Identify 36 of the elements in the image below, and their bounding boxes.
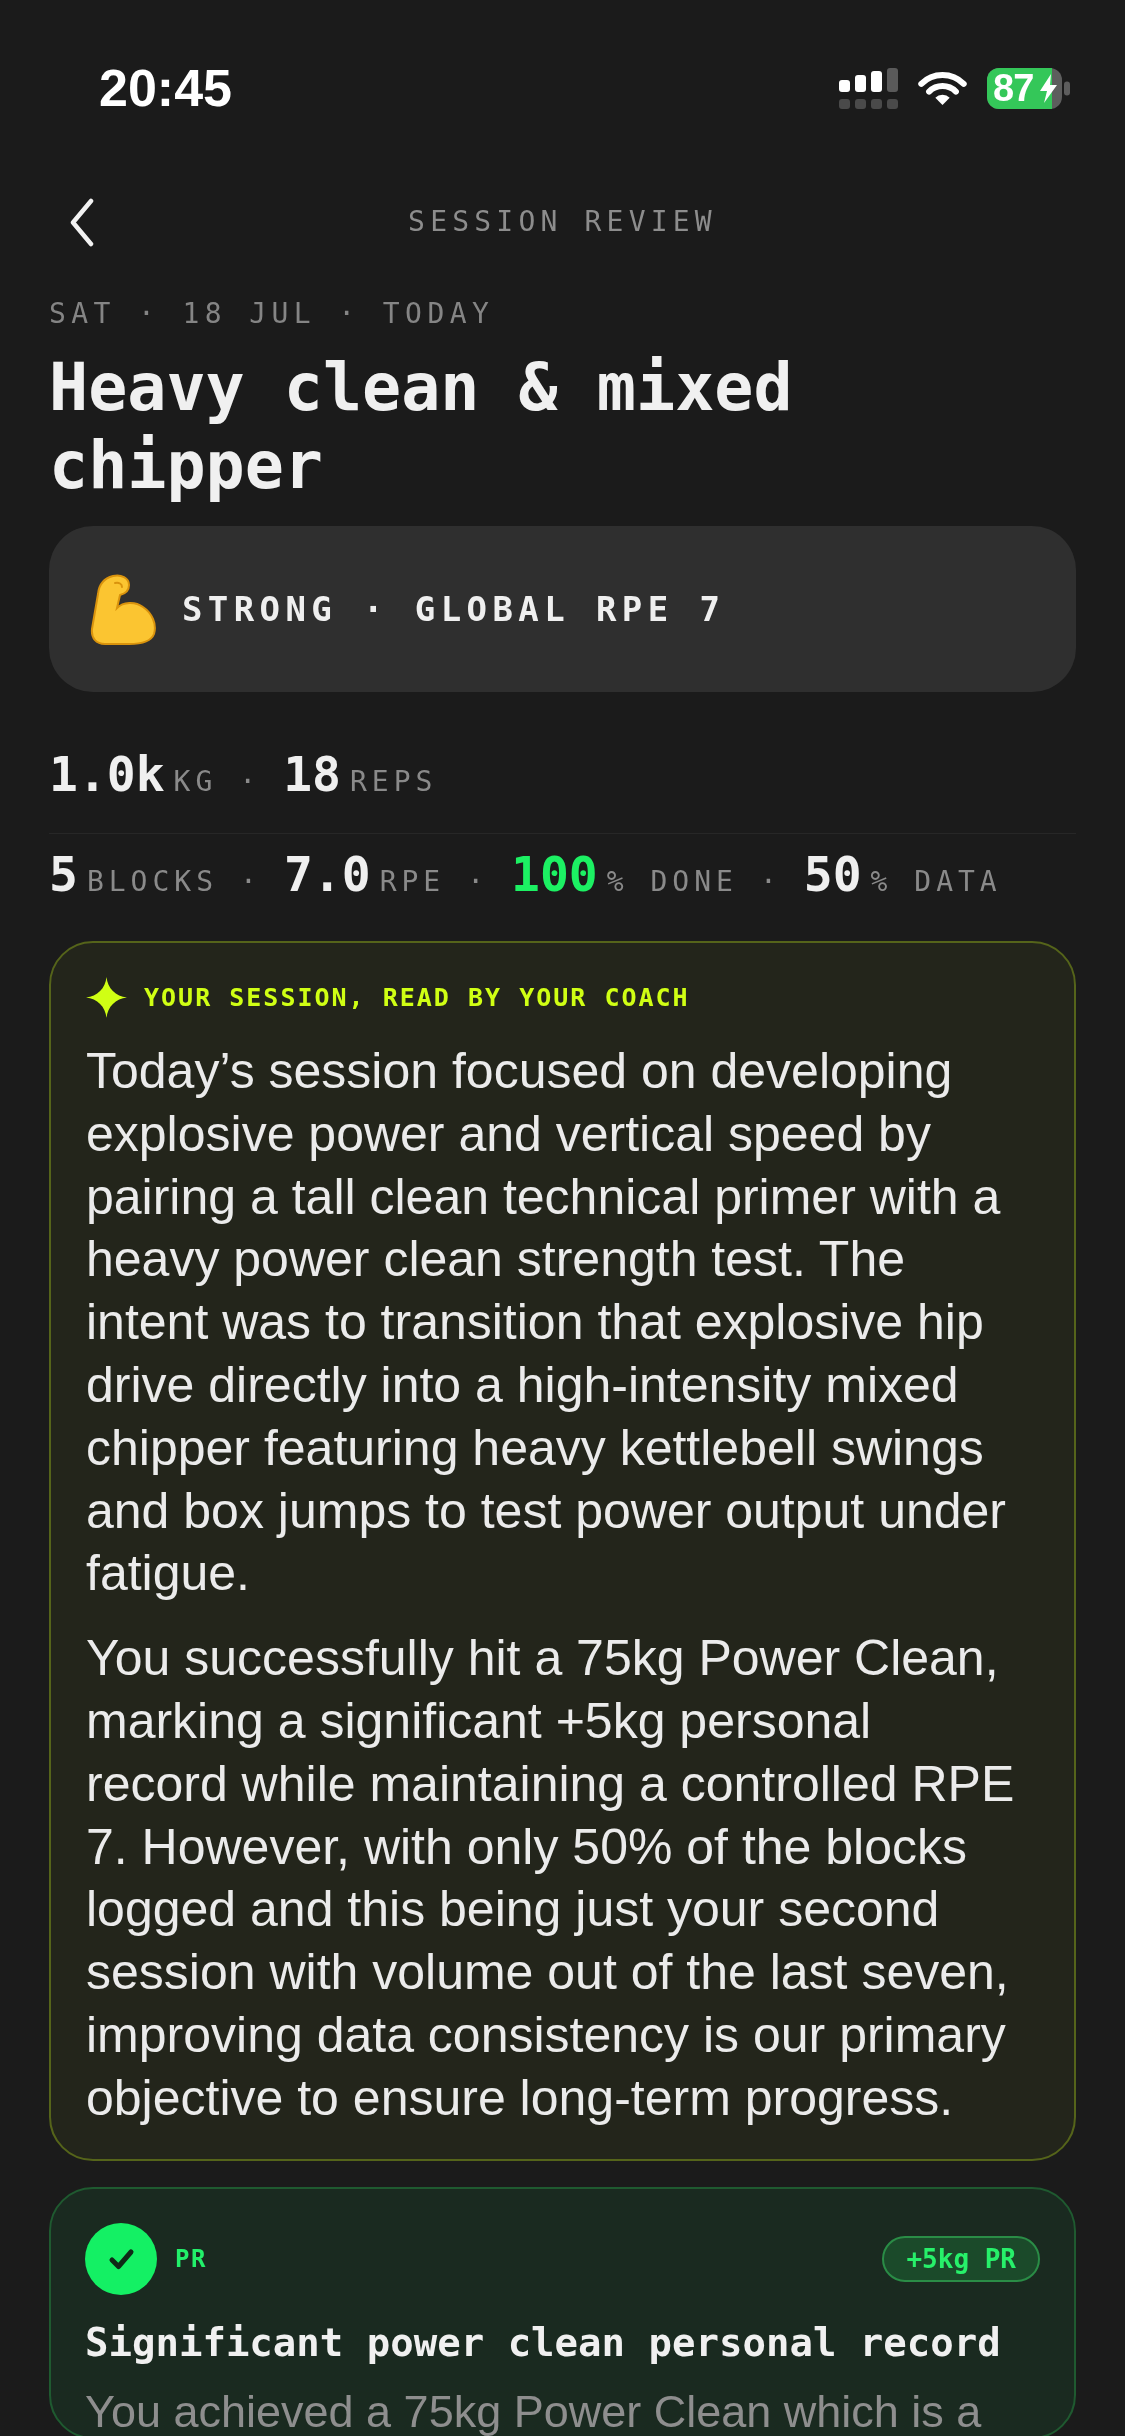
stat-separator: · [239,764,257,800]
stat-value: 7.0 [283,845,371,904]
check-circle-icon [85,2222,157,2295]
stat-separator: · [240,864,257,900]
stat-value: 5 [49,845,78,904]
stat-unit: BLOCKS [86,864,219,900]
feel-label: STRONG · GLOBAL RPE 7 [182,589,726,629]
sparkle-icon [86,977,127,1018]
flexed-arm-icon [89,573,157,645]
session-title: Heavy clean & mixed chipper [49,349,794,505]
battery-icon [987,67,1070,109]
stat-unit: KG [173,764,218,800]
battery-percent: 87 [993,67,1034,109]
stat-value: 1.0k [49,745,165,804]
stat-unit: % DONE [606,864,738,900]
gain-badge: +5kg PR [882,2235,1040,2282]
back-icon [69,197,96,247]
stat-separator: · [759,864,777,900]
stat-value: 50 [803,845,862,904]
coach-paragraph: You successfully hit a 75kg Power Clean, marking a significant +5kg personal record while maintaining a controlled RPE 7. However, with only 50% of the blocks logged and this being just your second session with volume out of the last seven, improving data consistency is our primary objective to ensure long-term progress. [86,1629,1016,2128]
coach-paragraph: Today’s session focused on developing explosive power and vertical speed by pairing a tall clean technical primer with a heavy power clean strength test. The intent was to transition that explosive hip drive directly into a high-intensity mixed chipper featuring heavy kettlebell swings and box jumps to test power output under fatigue. [86,1042,1008,1604]
session-date: SAT · 18 JUL · TODAY [49,296,496,332]
screen-title: SESSION REVIEW [408,204,717,240]
status-time: 20:45 [99,60,232,116]
stat-unit: RPE [379,864,446,900]
stat-value: 100 [511,845,598,904]
stat-separator: · [467,864,485,900]
insight-title: Significant power clean personal record [85,2318,1002,2367]
wifi-icon [917,70,968,106]
stat-unit: % DATA [870,864,1002,900]
stat-value: 18 [283,745,341,804]
insight-tag: PR [175,2243,207,2274]
stat-unit: REPS [349,764,438,800]
signal-icon [839,67,898,109]
insight-text: You achieved a 75kg Power Clean which is a [85,2385,983,2436]
coach-label: YOUR SESSION, READ BY YOUR COACH [144,982,690,1013]
